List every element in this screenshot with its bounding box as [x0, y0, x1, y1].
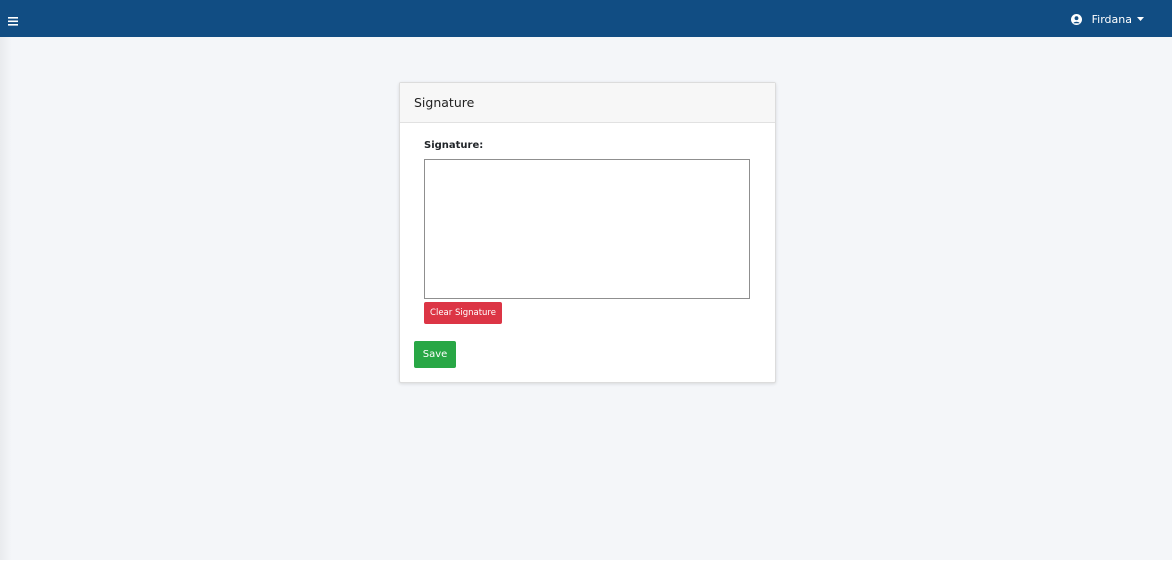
- main-content: Signature Signature: Clear Signature Sav…: [0, 37, 1172, 560]
- card-header: Signature: [400, 83, 775, 123]
- user-name: Firdana: [1091, 12, 1132, 26]
- caret-down-icon: [1137, 17, 1144, 21]
- top-navbar: Firdana: [0, 0, 1172, 37]
- user-circle-icon: [1070, 13, 1082, 25]
- signature-label: Signature:: [424, 140, 484, 151]
- signature-card: Signature Signature: Clear Signature Sav…: [399, 82, 776, 383]
- user-dropdown[interactable]: Firdana: [1070, 11, 1144, 27]
- clear-signature-button[interactable]: Clear Signature: [424, 302, 502, 324]
- save-button[interactable]: Save: [414, 341, 456, 368]
- hamburger-icon[interactable]: [8, 12, 18, 26]
- signature-pad[interactable]: [424, 159, 750, 299]
- card-title: Signature: [414, 95, 475, 110]
